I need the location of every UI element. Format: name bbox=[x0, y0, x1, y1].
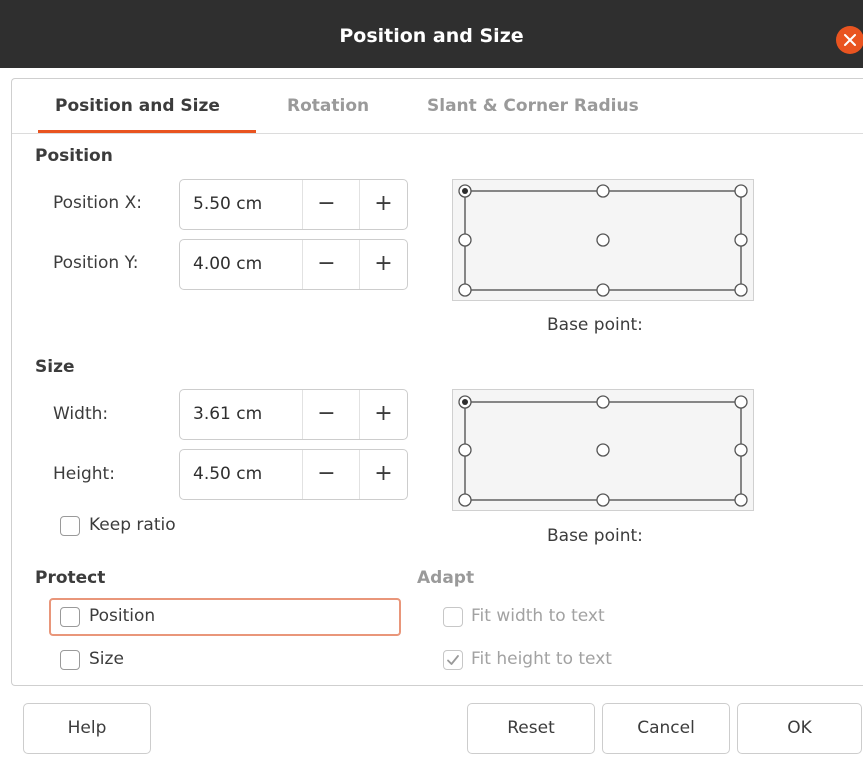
base-point-selected-dot bbox=[462, 399, 468, 405]
base-point-middle-left[interactable] bbox=[458, 443, 472, 457]
fit-width-label[interactable]: Fit width to text bbox=[471, 606, 605, 626]
cancel-button[interactable]: Cancel bbox=[602, 703, 730, 754]
width-decrement-button[interactable]: − bbox=[302, 390, 350, 439]
base-point-bottom-right[interactable] bbox=[734, 493, 748, 507]
position-base-point-selector bbox=[452, 179, 754, 301]
position-heading: Position bbox=[35, 146, 113, 166]
position-x-spinbox: 5.50 cm − + bbox=[179, 179, 408, 230]
size-heading: Size bbox=[35, 357, 75, 377]
protect-size-checkbox[interactable] bbox=[60, 650, 80, 670]
position-y-increment-button[interactable]: + bbox=[359, 240, 407, 289]
tab-slant-corner-radius[interactable]: Slant & Corner Radius bbox=[427, 92, 639, 122]
position-x-label: Position X: bbox=[53, 193, 142, 213]
checkmark-icon bbox=[447, 655, 459, 665]
keep-ratio-label[interactable]: Keep ratio bbox=[89, 515, 176, 535]
base-point-top-center[interactable] bbox=[596, 395, 610, 409]
ok-button[interactable]: OK bbox=[737, 703, 862, 754]
reset-button[interactable]: Reset bbox=[467, 703, 595, 754]
height-input[interactable]: 4.50 cm bbox=[193, 450, 262, 499]
fit-width-checkbox[interactable] bbox=[443, 607, 463, 627]
width-input[interactable]: 3.61 cm bbox=[193, 390, 262, 439]
position-y-input[interactable]: 4.00 cm bbox=[193, 240, 262, 289]
base-point-bottom-left[interactable] bbox=[458, 493, 472, 507]
base-point-top-center[interactable] bbox=[596, 184, 610, 198]
base-point-top-right[interactable] bbox=[734, 395, 748, 409]
base-point-grid bbox=[458, 395, 748, 507]
width-increment-button[interactable]: + bbox=[359, 390, 407, 439]
title-bar: Position and Size bbox=[0, 0, 863, 68]
base-point-grid bbox=[458, 184, 748, 297]
position-x-decrement-button[interactable]: − bbox=[302, 180, 350, 229]
base-point-selected-dot bbox=[462, 188, 468, 194]
base-point-bottom-left[interactable] bbox=[458, 283, 472, 297]
base-point-bottom-center[interactable] bbox=[596, 493, 610, 507]
base-point-center[interactable] bbox=[596, 233, 610, 247]
keep-ratio-checkbox[interactable] bbox=[60, 516, 80, 536]
base-point-middle-right[interactable] bbox=[734, 233, 748, 247]
position-x-input[interactable]: 5.50 cm bbox=[193, 180, 262, 229]
protect-heading: Protect bbox=[35, 568, 106, 588]
base-point-center[interactable] bbox=[596, 443, 610, 457]
protect-size-label[interactable]: Size bbox=[89, 649, 124, 669]
size-base-point-label: Base point: bbox=[547, 526, 643, 546]
position-base-point-label: Base point: bbox=[547, 315, 643, 335]
height-decrement-button[interactable]: − bbox=[302, 450, 350, 499]
close-icon bbox=[844, 34, 856, 46]
close-button[interactable] bbox=[836, 26, 863, 54]
height-label: Height: bbox=[53, 464, 115, 484]
tab-frame bbox=[11, 78, 863, 686]
position-y-spinbox: 4.00 cm − + bbox=[179, 239, 408, 290]
fit-height-label[interactable]: Fit height to text bbox=[471, 649, 612, 669]
base-point-top-right[interactable] bbox=[734, 184, 748, 198]
protect-position-checkbox[interactable] bbox=[60, 607, 80, 627]
base-point-bottom-center[interactable] bbox=[596, 283, 610, 297]
position-y-decrement-button[interactable]: − bbox=[302, 240, 350, 289]
tab-rotation[interactable]: Rotation bbox=[287, 92, 369, 122]
height-increment-button[interactable]: + bbox=[359, 450, 407, 499]
base-point-middle-right[interactable] bbox=[734, 443, 748, 457]
tab-position-and-size[interactable]: Position and Size bbox=[55, 92, 220, 122]
fit-height-checkbox[interactable] bbox=[443, 650, 463, 670]
base-point-middle-left[interactable] bbox=[458, 233, 472, 247]
position-x-increment-button[interactable]: + bbox=[359, 180, 407, 229]
help-button[interactable]: Help bbox=[23, 703, 151, 754]
height-spinbox: 4.50 cm − + bbox=[179, 449, 408, 500]
protect-position-label[interactable]: Position bbox=[89, 606, 155, 626]
adapt-heading: Adapt bbox=[417, 568, 475, 588]
width-spinbox: 3.61 cm − + bbox=[179, 389, 408, 440]
window-title: Position and Size bbox=[339, 25, 524, 47]
position-y-label: Position Y: bbox=[53, 253, 139, 273]
base-point-bottom-right[interactable] bbox=[734, 283, 748, 297]
width-label: Width: bbox=[53, 404, 109, 424]
size-base-point-selector bbox=[452, 389, 754, 511]
tab-divider bbox=[12, 133, 863, 134]
